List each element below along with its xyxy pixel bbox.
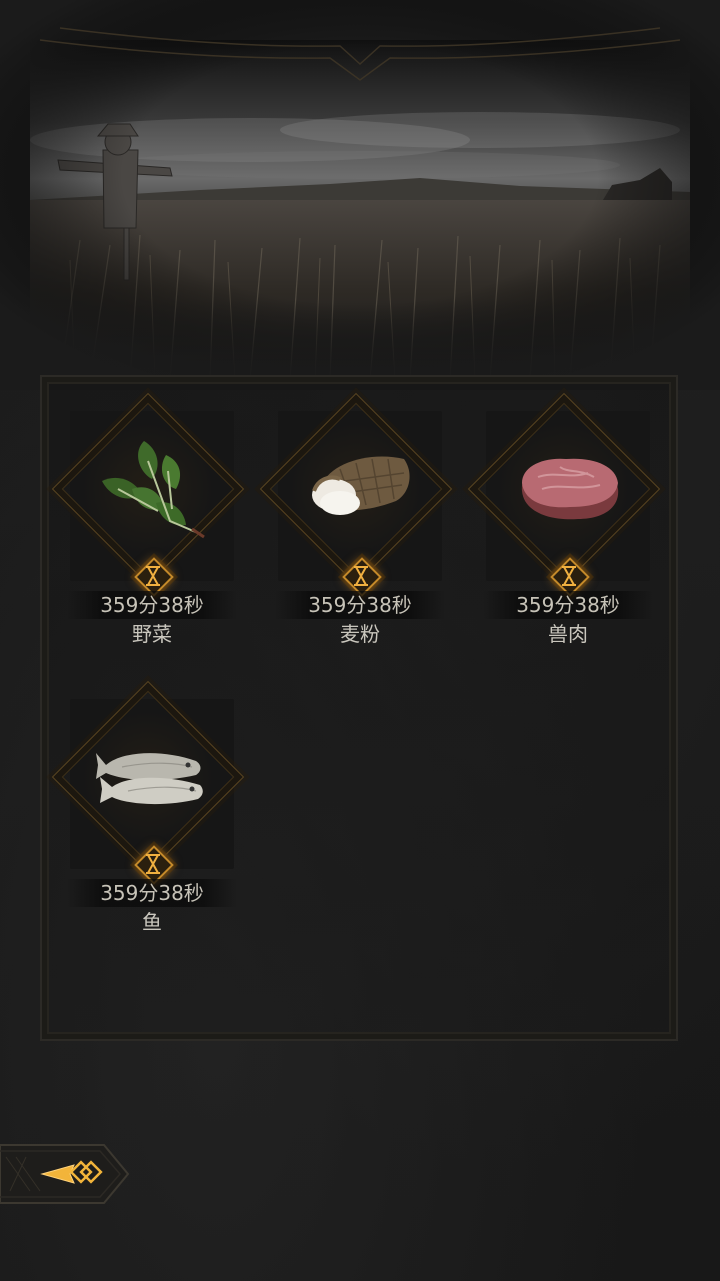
fish-icon [96,753,203,805]
back-arrow-icon [0,1144,130,1204]
ingredients-panel: 359分38秒 野菜 359分38秒 麦粉 359分38秒 兽肉 359分38秒… [40,375,678,1041]
item-name: 麦粉 [340,622,380,646]
ingredient-item[interactable]: 359分38秒 鱼 [42,665,245,934]
meat-icon [521,458,619,520]
item-name: 鱼 [142,910,162,934]
cooldown-timer: 359分38秒 [67,591,237,619]
wild-vegetable-icon [102,441,205,539]
hourglass-icon [146,854,160,874]
hourglass-icon [354,566,368,586]
cooldown-timer: 359分38秒 [275,591,445,619]
back-button[interactable] [0,1143,130,1205]
cooldown-timer: 359分38秒 [483,591,653,619]
ingredient-item[interactable]: 359分38秒 麦粉 [250,377,453,646]
item-name: 兽肉 [548,622,588,646]
farm-banner-image [0,0,720,390]
item-name: 野菜 [132,622,172,646]
hourglass-icon [562,566,576,586]
cooldown-timer: 359分38秒 [67,879,237,907]
flour-sack-icon [312,456,410,515]
ingredient-item[interactable]: 359分38秒 兽肉 [458,377,661,646]
ingredient-item[interactable]: 359分38秒 野菜 [42,377,245,646]
game-screen: 359分38秒 野菜 359分38秒 麦粉 359分38秒 兽肉 359分38秒… [0,0,720,1281]
hourglass-icon [146,566,160,586]
